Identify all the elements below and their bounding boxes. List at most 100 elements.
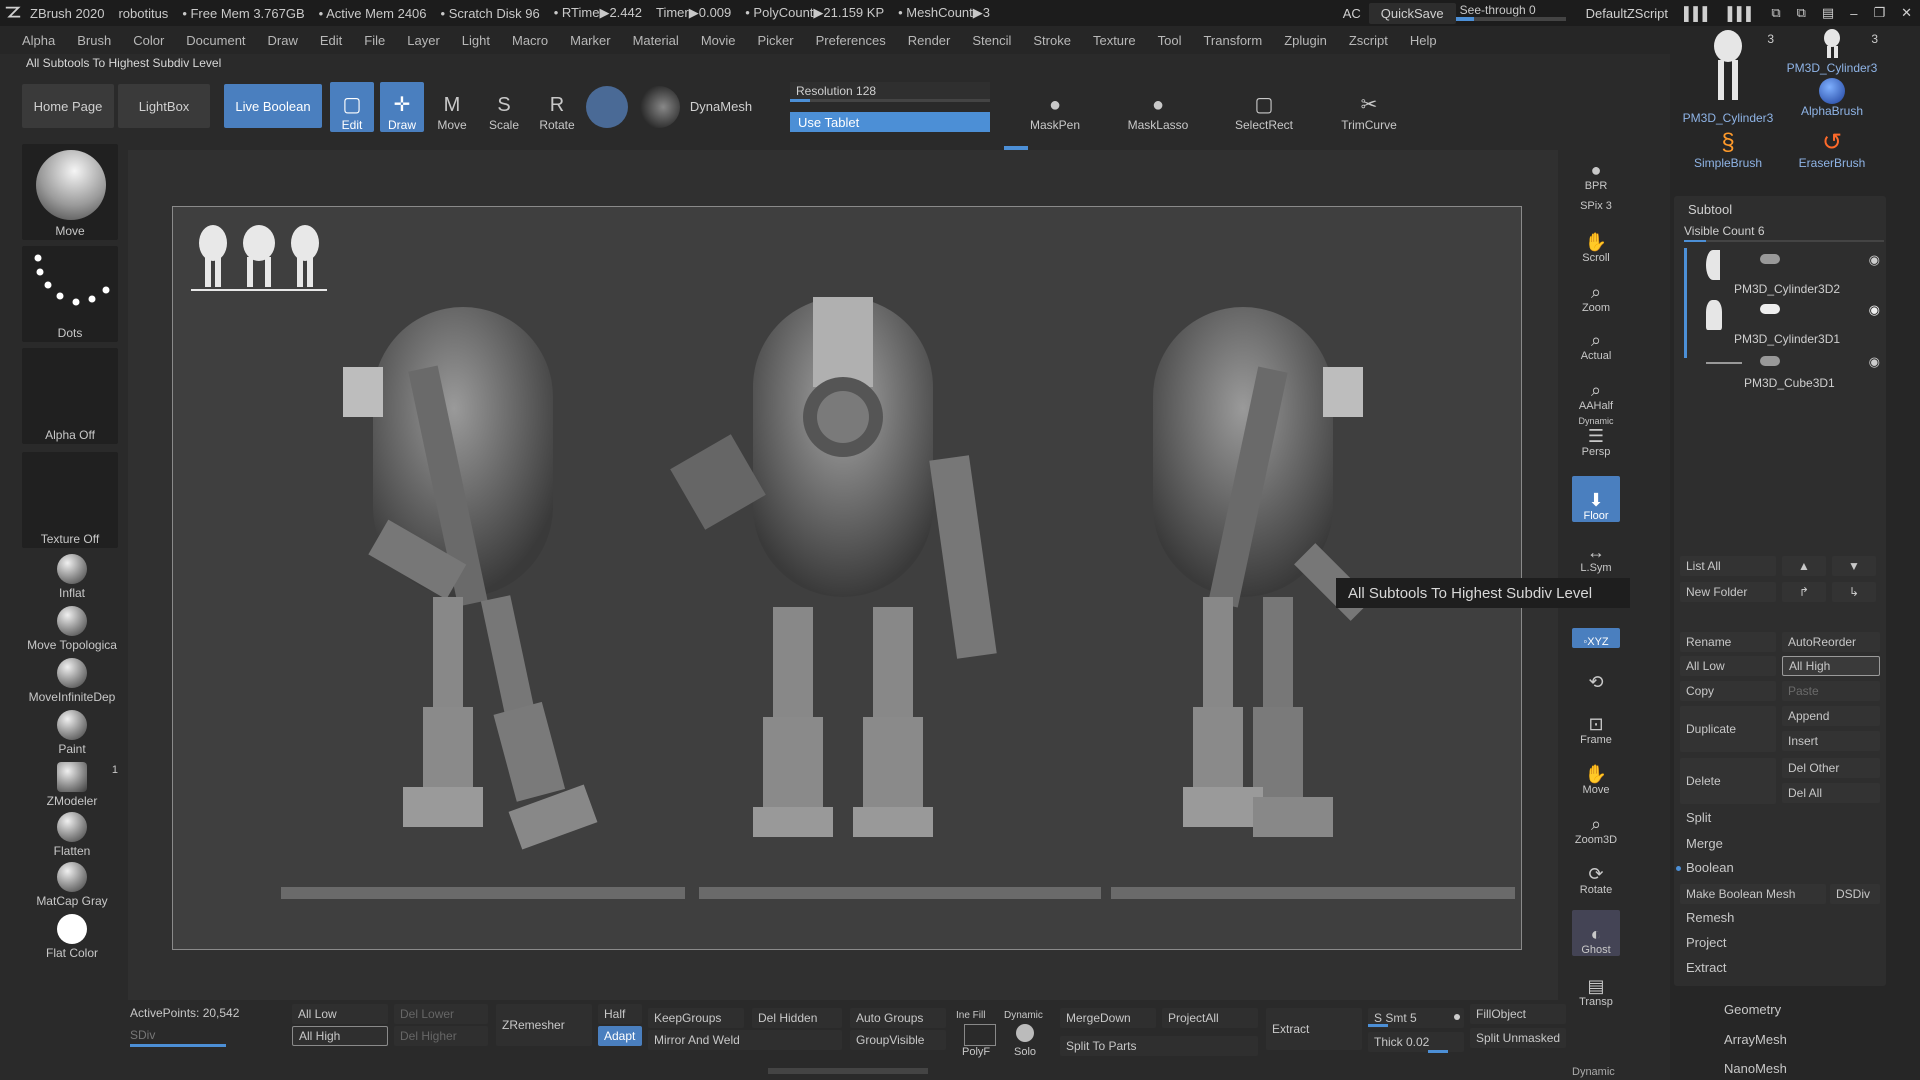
selectrect-brush[interactable]: ▢ SelectRect — [1226, 82, 1302, 132]
move-down-arrow-icon[interactable]: ▼ — [1832, 556, 1876, 576]
menu-draw[interactable]: Draw — [268, 33, 298, 48]
trimcurve-brush[interactable]: ✂ TrimCurve — [1332, 82, 1406, 132]
color-flat[interactable]: Flat Color — [20, 914, 124, 964]
insert-button[interactable]: Insert — [1782, 731, 1880, 751]
layout-2-icon[interactable]: ⧉ — [1789, 3, 1814, 23]
keepgroups-button[interactable]: KeepGroups — [648, 1008, 744, 1028]
boolean-section[interactable]: Boolean — [1686, 860, 1734, 875]
layout-icon[interactable]: ⧉ — [1763, 3, 1788, 23]
sdiv-slider[interactable]: SDiv — [130, 1028, 155, 1042]
default-zscript-button[interactable]: DefaultZScript — [1578, 4, 1676, 23]
menu-layer[interactable]: Layer — [407, 33, 440, 48]
brush-move-infinite[interactable]: MoveInfiniteDep — [20, 658, 124, 708]
visible-count-slider[interactable]: Visible Count 6 — [1684, 224, 1874, 238]
subtool-title[interactable]: Subtool — [1688, 202, 1878, 217]
extract-bottom-button[interactable]: Extract — [1266, 1008, 1362, 1050]
split-to-parts-button[interactable]: Split To Parts — [1060, 1036, 1258, 1056]
live-boolean-button[interactable]: Live Boolean — [224, 84, 322, 128]
draw-button[interactable]: ✛ Draw — [380, 82, 424, 132]
menu-transform[interactable]: Transform — [1203, 33, 1262, 48]
rotation-axis-buttons[interactable]: ⟲ — [1572, 652, 1620, 692]
menu-stencil[interactable]: Stencil — [972, 33, 1011, 48]
menu-zscript[interactable]: Zscript — [1349, 33, 1388, 48]
menu-toggle-icon[interactable]: ▌▌▌ — [1676, 4, 1720, 23]
menu-alpha[interactable]: Alpha — [22, 33, 55, 48]
extract-section[interactable]: Extract — [1686, 960, 1726, 975]
polyf-grid-icon[interactable] — [964, 1024, 996, 1046]
menu-render[interactable]: Render — [908, 33, 951, 48]
maskpen-brush[interactable]: ● MaskPen — [1020, 82, 1090, 132]
geometry-section[interactable]: Geometry — [1724, 1002, 1781, 1017]
subtool-item-cube3d1[interactable]: ◉ PM3D_Cube3D1 — [1704, 352, 1880, 392]
quicksave-button[interactable]: QuickSave — [1368, 2, 1456, 24]
remesh-section[interactable]: Remesh — [1686, 910, 1734, 925]
brush-move-topological[interactable]: Move Topologica — [20, 606, 124, 656]
menu-file[interactable]: File — [364, 33, 385, 48]
split-unmasked-button[interactable]: Split Unmasked — [1470, 1028, 1566, 1048]
autoreorder-button[interactable]: AutoReorder — [1782, 632, 1880, 652]
dynamesh-button[interactable]: DynaMesh — [686, 84, 756, 128]
polyf-button[interactable]: PolyF — [962, 1046, 990, 1058]
scale-button[interactable]: S Scale — [480, 82, 528, 132]
aahalf-button[interactable]: ⌕ AAHalf — [1572, 366, 1620, 412]
frame-button[interactable]: ⊡ Frame — [1572, 700, 1620, 746]
close-icon[interactable]: ✕ — [1893, 3, 1920, 23]
texture-thumb[interactable]: Texture Off — [22, 452, 118, 548]
menu-picker[interactable]: Picker — [758, 33, 794, 48]
move-up-arrow-icon[interactable]: ▲ — [1782, 556, 1826, 576]
project-section[interactable]: Project — [1686, 935, 1726, 950]
see-through-slider[interactable]: See-through 0 — [1455, 3, 1566, 21]
menu-tool[interactable]: Tool — [1158, 33, 1182, 48]
ghost-button[interactable]: ◐ Ghost — [1572, 910, 1620, 956]
tool-thumb-cylinder-2[interactable]: PM3D_Cylinder3 3 — [1780, 28, 1884, 76]
menu-toggle-2-icon[interactable]: ▌▌▌ — [1720, 4, 1764, 23]
persp-button[interactable]: Dynamic ☰ Persp — [1572, 412, 1620, 458]
menu-document[interactable]: Document — [186, 33, 245, 48]
adapt-button[interactable]: Adapt — [598, 1026, 642, 1046]
scroll-button[interactable]: ✋ Scroll — [1572, 218, 1620, 264]
del-higher-button[interactable]: Del Higher — [394, 1026, 488, 1046]
menu-zplugin[interactable]: Zplugin — [1284, 33, 1327, 48]
half-button[interactable]: Half — [598, 1004, 642, 1024]
visibility-eye-icon-3[interactable]: ◉ — [1869, 354, 1880, 370]
tool-thumb-simplebrush[interactable]: § SimpleBrush — [1676, 130, 1780, 178]
stroke-thumb-dots[interactable]: Dots — [22, 246, 118, 342]
subtool-toggle-icon-3[interactable] — [1760, 356, 1780, 366]
del-other-button[interactable]: Del Other — [1782, 758, 1880, 778]
folder-arrow-2-icon[interactable]: ↳ — [1832, 582, 1876, 602]
lightbox-button[interactable]: LightBox — [118, 84, 210, 128]
new-folder-button[interactable]: New Folder — [1680, 582, 1776, 602]
gradient-sphere-icon[interactable] — [638, 86, 680, 128]
brush-flatten[interactable]: Flatten — [20, 812, 124, 862]
menu-light[interactable]: Light — [462, 33, 490, 48]
all-high-bottom-button[interactable]: All High — [292, 1026, 388, 1046]
all-low-bottom-button[interactable]: All Low — [292, 1004, 388, 1024]
solo-icon[interactable] — [1016, 1024, 1034, 1042]
fillobject-button[interactable]: FillObject — [1470, 1004, 1566, 1024]
menu-preferences[interactable]: Preferences — [816, 33, 886, 48]
spix-slider[interactable]: SPix 3 — [1572, 196, 1620, 212]
material-sphere-icon[interactable] — [586, 86, 628, 128]
brush-inflat[interactable]: Inflat — [20, 554, 124, 604]
alpha-thumb[interactable]: Alpha Off — [22, 348, 118, 444]
menu-brush[interactable]: Brush — [77, 33, 111, 48]
rotate-button[interactable]: R Rotate — [532, 82, 582, 132]
dsdiv-slider[interactable]: DSDiv — [1830, 884, 1880, 904]
restore-icon[interactable]: ❐ — [1865, 3, 1893, 23]
zoom-button[interactable]: ⌕ Zoom — [1572, 268, 1620, 314]
document-canvas[interactable] — [172, 206, 1522, 950]
duplicate-button[interactable]: Duplicate — [1680, 706, 1776, 752]
make-boolean-mesh-button[interactable]: Make Boolean Mesh — [1680, 884, 1826, 904]
rename-button[interactable]: Rename — [1680, 632, 1776, 652]
subtool-scrollbar[interactable] — [1684, 248, 1687, 358]
auto-groups-button[interactable]: Auto Groups — [850, 1008, 946, 1028]
visibility-eye-icon-2[interactable]: ◉ — [1869, 302, 1880, 318]
subtool-item-cylinder3d1[interactable]: ◉ PM3D_Cylinder3D1 — [1704, 300, 1880, 346]
resolution-slider[interactable]: Resolution 128 — [790, 82, 990, 102]
ac-button[interactable]: AC — [1335, 4, 1369, 23]
floor-button[interactable]: ⬇ Floor — [1572, 476, 1620, 522]
actual-button[interactable]: ⌕ Actual — [1572, 316, 1620, 362]
split-section[interactable]: Split — [1686, 810, 1711, 825]
zremesher-button[interactable]: ZRemesher — [496, 1004, 592, 1046]
edit-button[interactable]: ▢ Edit — [330, 82, 374, 132]
